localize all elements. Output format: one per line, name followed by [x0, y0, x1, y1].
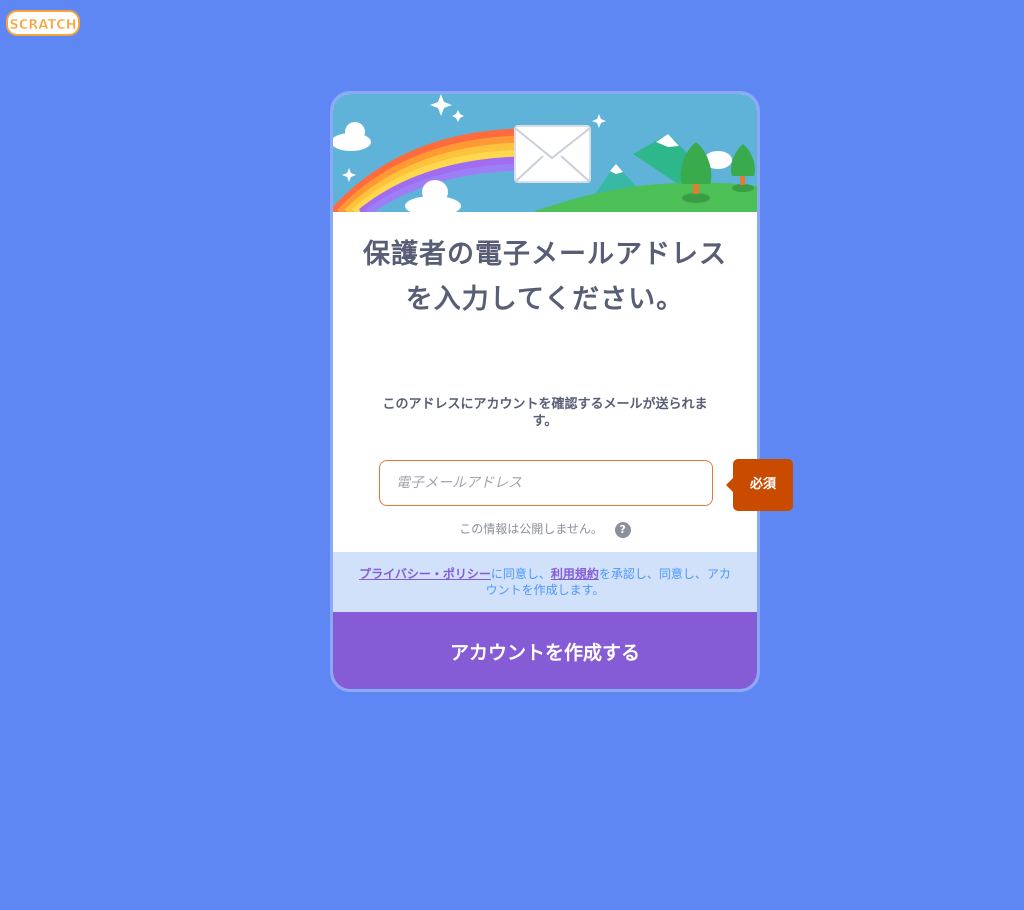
email-description: このアドレスにアカウントを確認するメールが送られます。	[382, 397, 708, 429]
terms-of-use-link[interactable]: 利用規約	[551, 567, 599, 581]
terms-notice: プライバシー・ポリシーに同意し、利用規約を承認し、同意し、アカウントを作成します…	[333, 552, 757, 612]
create-account-button[interactable]: アカウントを作成する	[333, 612, 757, 689]
required-tooltip: 必須	[726, 459, 793, 511]
scratch-logo-text: SCRATCH	[9, 18, 76, 33]
terms-text-1: に同意し、	[490, 567, 551, 581]
email-field[interactable]	[379, 460, 713, 506]
email-banner-illustration	[333, 94, 757, 212]
join-card: 保護者の電子メールアドレスを入力してください。 このアドレスにアカウントを確認す…	[330, 91, 760, 692]
privacy-note: この情報は公開しません。 ?	[333, 520, 757, 538]
privacy-policy-link[interactable]: プライバシー・ポリシー	[359, 567, 491, 581]
scratch-logo[interactable]: SCRATCH	[6, 9, 80, 37]
question-icon[interactable]: ?	[614, 521, 631, 538]
privacy-note-text: この情報は公開しません。	[459, 522, 603, 536]
page-title: 保護者の電子メールアドレスを入力してください。	[363, 239, 727, 315]
envelope-icon	[514, 125, 591, 183]
